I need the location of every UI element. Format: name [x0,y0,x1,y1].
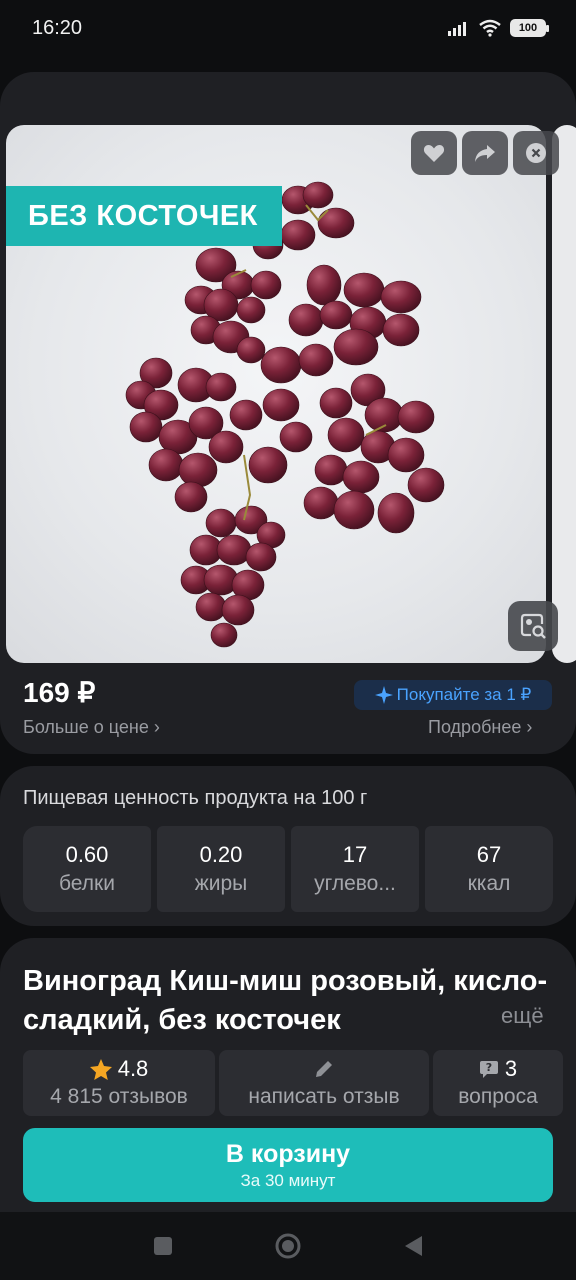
status-icons: 100 [448,19,549,37]
nutrition-carbs: 17 углево... [291,826,419,912]
chevron-right-icon: › [526,717,533,737]
close-icon [526,143,546,163]
recent-apps-icon[interactable] [152,1235,174,1257]
add-to-cart-button[interactable]: В корзину За 30 минут [23,1128,553,1202]
pencil-icon [316,1061,332,1077]
next-photo-preview[interactable] [552,125,576,663]
nutrition-values: 0.60 белки 0.20 жиры 17 углево... 67 кка… [23,826,553,912]
questions-count: 3 [504,1056,518,1081]
expand-title-link[interactable]: ещё [501,1003,544,1029]
product-price: 169 ₽ [23,677,96,708]
rating-block[interactable]: 4.8 4 815 отзывов [23,1050,215,1116]
heart-icon [423,145,445,162]
nutrition-kcal: 67 ккал [425,826,553,912]
question-icon: ? [479,1061,498,1078]
delivery-time: За 30 минут [240,1171,336,1190]
details-label: Подробнее [428,717,522,737]
price-info-label: Больше о цене [23,717,149,737]
promo-pill-label: Покупайте за 1 ₽ [396,685,532,704]
nutrition-value: 17 [342,842,368,867]
reviews-count: 4 815 отзывов [50,1085,188,1108]
home-icon[interactable] [274,1232,302,1260]
visual-search-icon [520,613,546,639]
favorite-button[interactable] [411,131,457,175]
nutrition-protein: 0.60 белки [23,826,151,912]
nutrition-value: 0.60 [65,842,109,867]
reviews-row: 4.8 4 815 отзывов написать отзыв ? 3 воп… [23,1050,576,1116]
nutrition-label: углево... [314,872,396,895]
status-bar: 16:20 100 [0,0,576,56]
nutrition-value: 0.20 [199,842,243,867]
nutrition-label: ккал [467,872,511,895]
share-icon [475,145,495,162]
promo-pill[interactable]: Покупайте за 1 ₽ [354,680,552,710]
star-icon [89,1058,112,1080]
questions-label: вопроса [458,1085,538,1108]
close-button[interactable] [513,131,559,175]
nutrition-label: жиры [194,872,248,895]
title-fade [440,1000,500,1038]
sparkle-icon [374,686,393,704]
visual-search-button[interactable] [508,601,558,651]
questions-block[interactable]: ? 3 вопроса [433,1050,563,1116]
svg-text:?: ? [486,1061,492,1074]
battery-indicator: 100 [510,19,549,37]
nutrition-title: Пищевая ценность продукта на 100 г [23,787,368,809]
nutrition-fat: 0.20 жиры [157,826,285,912]
signal-icon [448,22,466,36]
nutrition-label: белки [59,872,115,895]
system-nav-bar [0,1212,576,1280]
details-link[interactable]: Подробнее › [428,717,532,738]
status-time: 16:20 [32,16,83,39]
nutrition-value: 67 [476,842,502,867]
write-review-label: написать отзыв [248,1085,400,1108]
wifi-icon [479,19,501,37]
price-info-link[interactable]: Больше о цене › [23,717,160,738]
back-icon[interactable] [402,1234,424,1258]
chevron-right-icon: › [153,717,160,737]
rating-value: 4.8 [117,1056,149,1081]
add-to-cart-label: В корзину [225,1140,351,1168]
promo-badge: БЕЗ КОСТОЧЕК [6,186,282,246]
share-button[interactable] [462,131,508,175]
write-review-button[interactable]: написать отзыв [219,1050,429,1116]
